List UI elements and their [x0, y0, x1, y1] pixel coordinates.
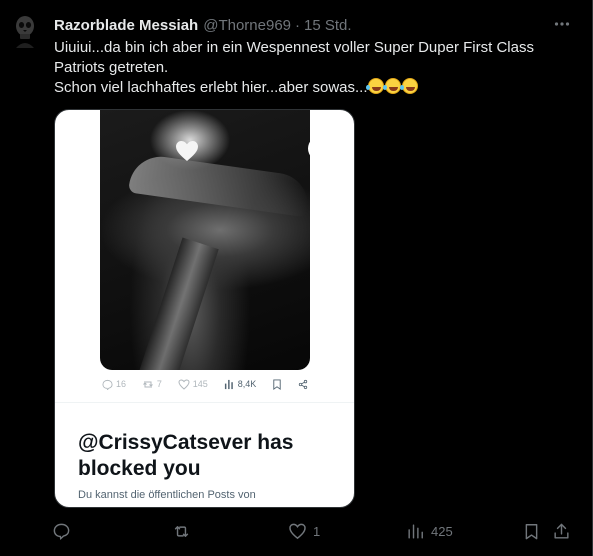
- views-count: 425: [431, 523, 453, 539]
- views-icon: [408, 523, 423, 539]
- tweet-text-segment: Schon viel lachhaftes erlebt hier...aber…: [54, 79, 368, 96]
- bookmark-button[interactable]: [522, 518, 541, 544]
- embedded-share-stat: [298, 379, 308, 390]
- rofl-emoji-icon: [365, 78, 384, 94]
- repost-button[interactable]: [172, 518, 197, 544]
- like-count: 1: [313, 523, 321, 539]
- views-count: 8,4K: [237, 379, 257, 389]
- tweet-header: Razorblade Messiah @Thorne969 · 15 Std.: [54, 15, 352, 35]
- rofl-emoji-icon: [399, 78, 418, 94]
- separator: ·: [295, 16, 300, 34]
- views-button[interactable]: 425: [406, 518, 453, 544]
- avatar[interactable]: [12, 14, 38, 48]
- more-icon: [554, 22, 570, 26]
- reply-button[interactable]: [52, 518, 77, 544]
- action-bar: 1 425: [50, 518, 580, 544]
- embedded-reply-stat: 16: [102, 379, 126, 390]
- photo-detail: [128, 152, 310, 218]
- author-handle[interactable]: @Thorne969: [203, 17, 291, 34]
- embedded-stats-row: 16 7 145 8,4K: [100, 374, 310, 394]
- like-icon: [178, 378, 190, 390]
- heart-icon: [176, 141, 198, 161]
- repost-icon: [174, 525, 189, 537]
- blocked-title: @CrissyCatsever has blocked you: [78, 431, 294, 480]
- reply-count: 16: [116, 379, 127, 389]
- like-count: 145: [192, 379, 208, 389]
- tweet-text: Uiuiui...da bin ich aber in ein Wespenne…: [54, 38, 574, 98]
- photo-detail: [139, 237, 219, 370]
- embedded-like-stat: 145: [178, 378, 208, 390]
- embedded-views-stat: 8,4K: [224, 379, 257, 390]
- bookmark-icon: [525, 523, 538, 539]
- repost-count: 7: [156, 379, 162, 389]
- embedded-bookmark-stat: [272, 378, 282, 390]
- embedded-photo: [100, 110, 310, 370]
- media-image[interactable]: 16 7 145 8,4K @CrissyCatsever has blocke…: [54, 109, 355, 508]
- like-icon: [289, 523, 306, 539]
- tweet-text-line: Uiuiui...da bin ich aber in ein Wespenne…: [54, 39, 534, 56]
- timestamp[interactable]: 15 Std.: [304, 17, 352, 34]
- rofl-emoji-icon: [382, 78, 401, 94]
- embedded-repost-stat: 7: [142, 379, 162, 390]
- author-name[interactable]: Razorblade Messiah: [54, 17, 198, 34]
- download-button[interactable]: [308, 136, 310, 161]
- reply-icon: [102, 379, 113, 390]
- like-button[interactable]: 1: [288, 518, 320, 544]
- share-icon: [554, 523, 569, 539]
- share-button[interactable]: [552, 518, 571, 544]
- tweet-text-line: Patriots getreten.: [54, 59, 169, 76]
- tweet[interactable]: Razorblade Messiah @Thorne969 · 15 Std. …: [0, 0, 593, 556]
- tweet-text-line: Schon viel lachhaftes erlebt hier...aber…: [54, 78, 574, 98]
- bookmark-icon: [273, 378, 281, 390]
- share-icon: [298, 379, 308, 389]
- views-icon: [224, 379, 233, 389]
- blocked-subtitle: Du kannst die öffentlichen Posts von: [78, 489, 256, 501]
- divider: [55, 402, 354, 403]
- repost-icon: [143, 381, 153, 387]
- more-options-button[interactable]: [552, 14, 572, 34]
- reply-icon: [53, 523, 70, 540]
